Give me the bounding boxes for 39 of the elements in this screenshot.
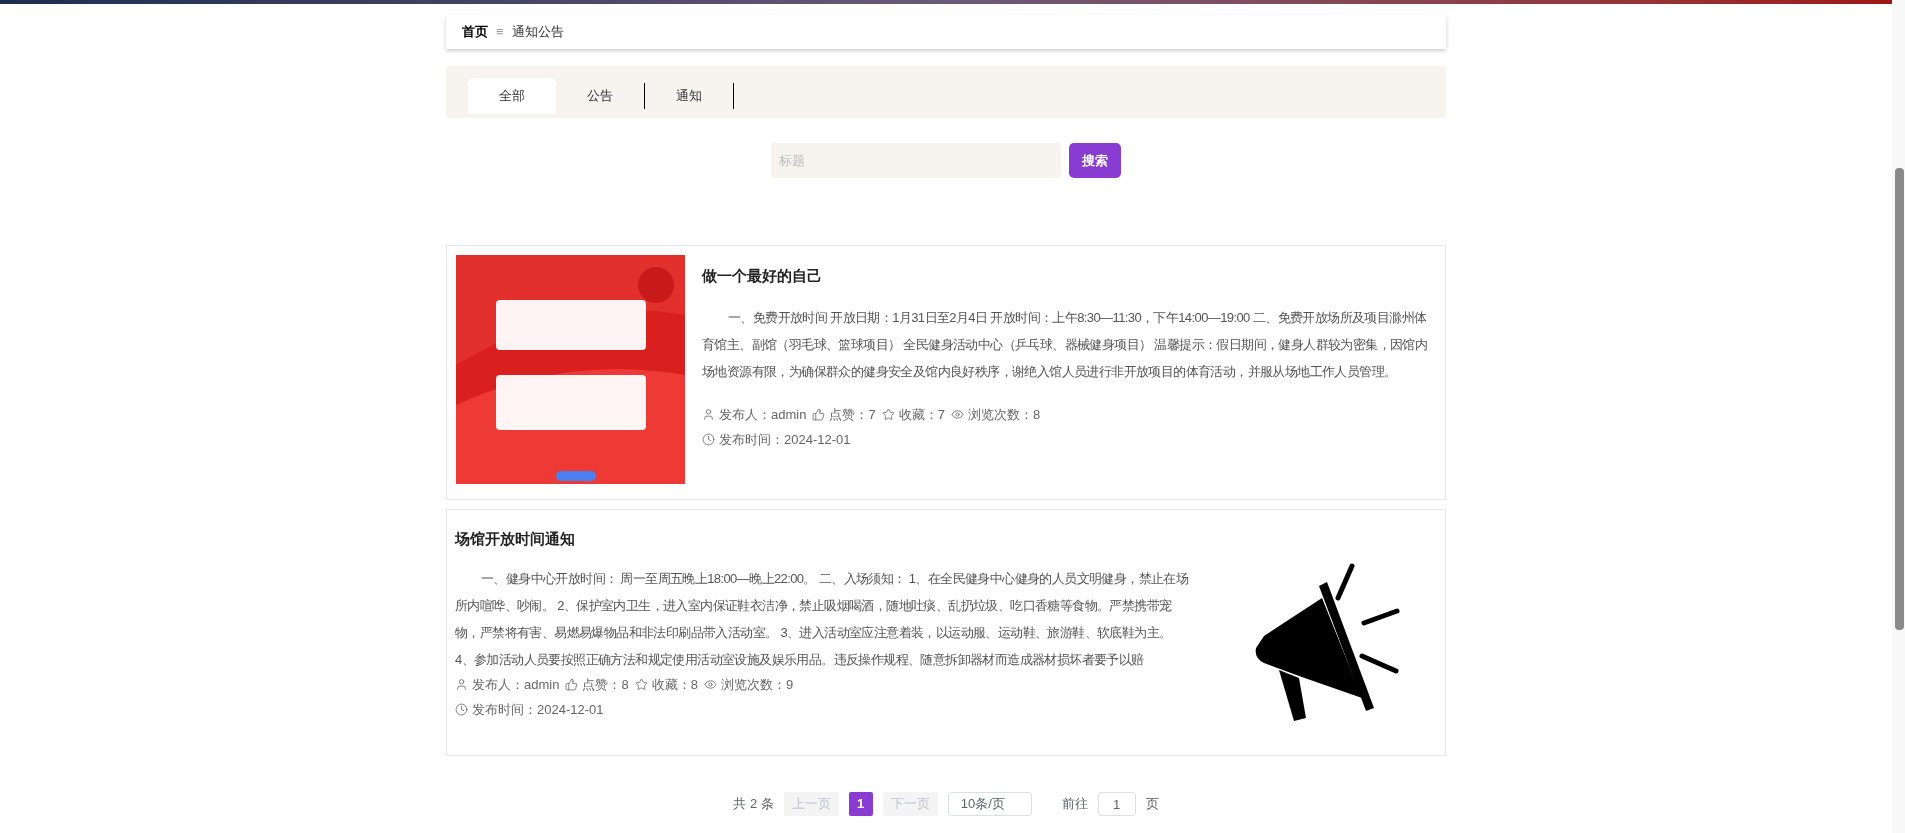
post-body: 一、健身中心开放时间： 周一至周五晚上18:00—晚上22:00。 二、入场须知： 1、在全民健身中心健身的人员文明健身，禁止在场所内喧哗、吵闹。 2、保护室内卫生，进入室内保证鞋衣洁净，禁止吸烟喝酒，随地吐痰、乱扔垃圾、吃口香糖等食物。严禁携带宠物，严禁将有害、易燃易爆物品和非法印刷品带入活动室。 3、进入活动室应注意着装，以运动服、运动鞋、旅游鞋、软底鞋为主。 4、参加活动人员要按照正确方法和规定使用活动室设施及娱乐用品。违反操作规程、随意拆卸器材而造成器材损坏者要予以赔 xyxy=(455,569,1190,669)
eye-icon xyxy=(950,407,964,421)
breadcrumb-current: 通知公告 xyxy=(511,23,564,42)
view-count: 浏览次数：8 xyxy=(967,405,1041,424)
goto-page-field[interactable]: 1 xyxy=(1097,792,1136,816)
favorite-count: 收藏：8 xyxy=(651,675,698,694)
publish-date: 发布时间：2024-12-01 xyxy=(472,701,604,719)
search-button[interactable]: 搜索 xyxy=(1069,143,1121,178)
favorite-count: 收藏：7 xyxy=(898,405,945,424)
post-title[interactable]: 做一个最好的自己 xyxy=(702,265,1430,288)
post-body: 一、免费开放时间 开放日期：1月31日至2月4日 开放时间：上午8:30—11:30，下午14:00—19:00 二、免费开放场所及项目滁州体育馆主、副馆（羽毛球、篮球项目） 全民健身活动中心（乒乓球、器械健身项目） 温馨提示：假日期间，健身人群较为密集，因馆内场地资源有限，为确保群众的健身安全及馆内良好秩序，谢绝入馆人员进行非开放项目的体育活动，并服从场地工作人员管理。 xyxy=(702,308,1429,381)
thumbs-up-icon xyxy=(812,407,826,421)
like-count: 点赞：8 xyxy=(582,675,629,694)
scrollbar[interactable] xyxy=(1892,0,1905,833)
star-icon xyxy=(881,407,895,421)
user-icon xyxy=(702,407,715,421)
goto-label: 前往 xyxy=(1061,795,1088,814)
publish-date: 发布时间：2024-12-01 xyxy=(719,431,851,449)
user-icon xyxy=(455,677,468,691)
view-count: 浏览次数：9 xyxy=(720,675,794,694)
eye-icon xyxy=(703,677,717,691)
tab[interactable]: 通知 xyxy=(645,78,733,114)
breadcrumb-separator: ≡ xyxy=(496,23,504,42)
clock-icon xyxy=(455,703,468,717)
author: 发布人：admin xyxy=(719,405,807,424)
page-number[interactable]: 1 xyxy=(848,792,873,816)
author: 发布人：admin xyxy=(472,675,560,694)
tab[interactable]: 公告 xyxy=(556,78,644,114)
page-size-select[interactable]: 10条/页 xyxy=(947,792,1032,816)
clock-icon xyxy=(702,433,715,447)
total-count: 共 2 条 xyxy=(733,795,774,814)
page-unit: 页 xyxy=(1145,795,1159,814)
post-title[interactable]: 场馆开放时间通知 xyxy=(455,528,1190,551)
post-card[interactable] xyxy=(446,509,1446,756)
star-icon xyxy=(634,677,648,691)
tab[interactable]: 全部 xyxy=(468,78,556,114)
like-count: 点赞：7 xyxy=(829,405,876,424)
breadcrumb-home[interactable]: 首页 xyxy=(462,22,488,42)
thumbs-up-icon xyxy=(565,677,579,691)
